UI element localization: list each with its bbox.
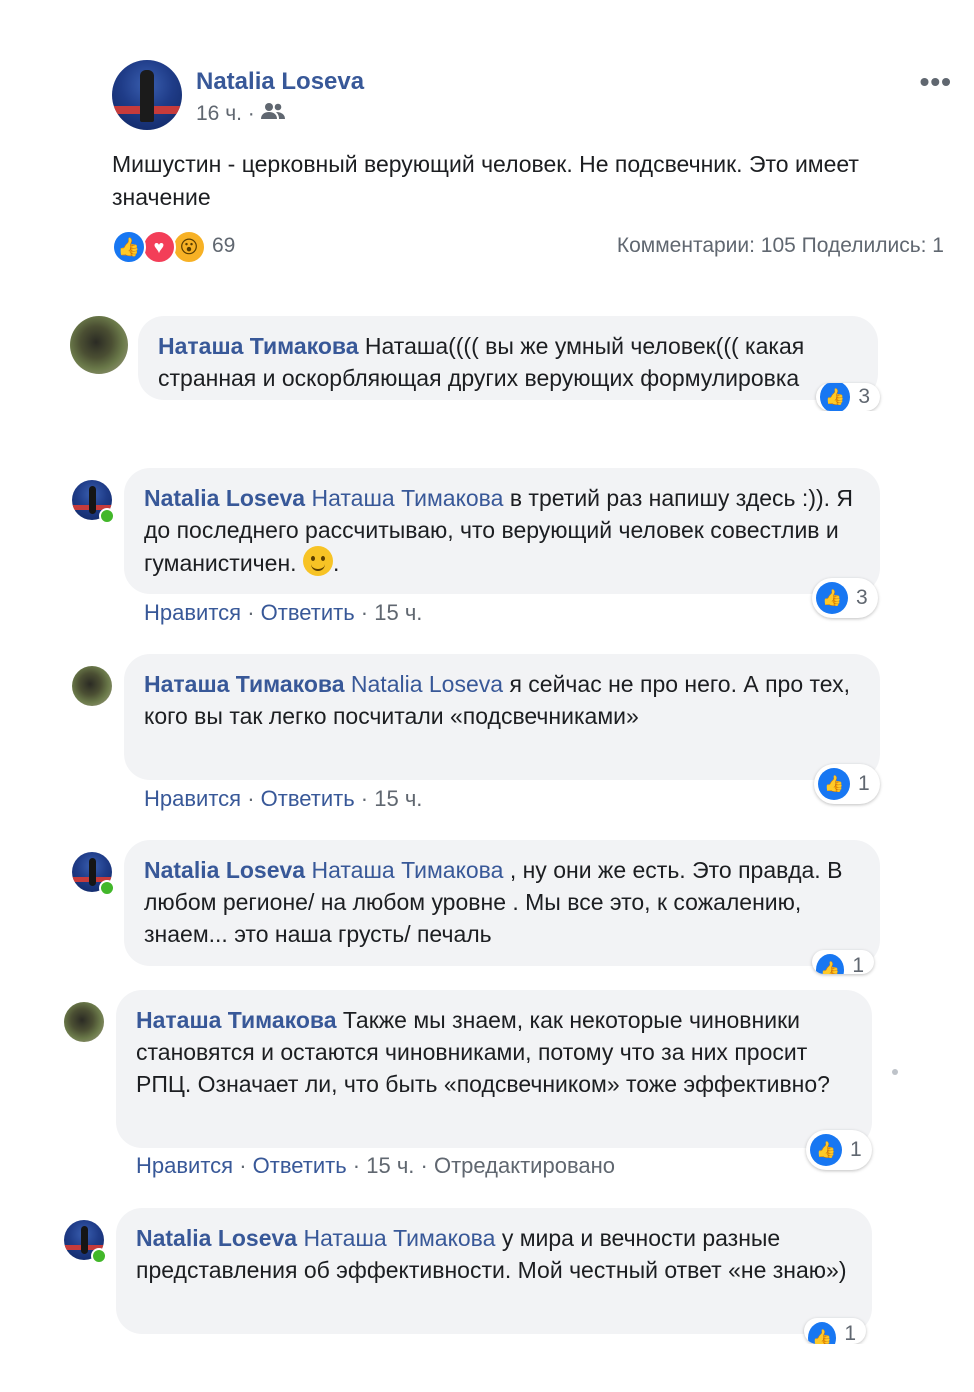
comment-like-count[interactable]: 👍 3 (812, 578, 878, 618)
author-avatar[interactable] (112, 60, 182, 130)
comment-author[interactable]: Natalia Loseva (144, 485, 305, 511)
comment-mention[interactable]: Наташа Тимакова (311, 857, 503, 883)
comment-time[interactable]: 15 ч. (366, 1153, 414, 1178)
post-text: Мишустин - церковный верующий человек. Н… (112, 151, 859, 210)
post-time[interactable]: 16 ч. · (196, 102, 255, 126)
comment-actions: Нравится · Ответить · 15 ч. (144, 600, 423, 625)
like-count: 1 (850, 1138, 862, 1161)
reaction-count[interactable]: 69 (212, 234, 235, 258)
commenter-avatar[interactable] (64, 1002, 104, 1042)
like-icon: 👍 (818, 768, 850, 800)
like-count: 3 (858, 385, 870, 408)
like-icon: 👍 (808, 1322, 837, 1344)
comment-bubble: Natalia Loseva Наташа Тимакова , ну они … (124, 840, 880, 966)
comment-bubble: Наташа Тимакова Natalia Loseva я сейчас … (124, 654, 880, 780)
comment-bubble: Natalia Loseva Наташа Тимакова у мира и … (116, 1208, 872, 1334)
comment-actions: Нравится · Ответить · 15 ч. (144, 786, 423, 811)
reply-button[interactable]: Ответить (261, 786, 355, 811)
cut-overlay (0, 1344, 974, 1392)
commenter-avatar[interactable] (72, 666, 112, 706)
comment-bubble: Наташа Тимакова Наташа(((( вы же умный ч… (138, 316, 878, 400)
comment-author[interactable]: Наташа Тимакова (158, 333, 359, 359)
like-button[interactable]: Нравится (144, 600, 241, 625)
comment-bubble: Natalia Loseva Наташа Тимакова в третий … (124, 468, 880, 594)
comment-author[interactable]: Natalia Loseva (136, 1225, 297, 1251)
like-icon: 👍 (820, 383, 851, 411)
reactions-row: 👍 ♥ 😮 69 Комментарии: 105 Поделились: 1 (112, 228, 944, 268)
wow-icon: 😮 (172, 230, 206, 264)
online-indicator (91, 1248, 107, 1264)
comment-time[interactable]: 15 ч. (374, 786, 422, 811)
reaction-icons[interactable]: 👍 ♥ 😮 (112, 230, 212, 264)
like-button[interactable]: Нравится (144, 786, 241, 811)
comment-mention[interactable]: Natalia Loseva (351, 671, 503, 697)
post-stats[interactable]: Комментарии: 105 Поделились: 1 (617, 234, 944, 258)
comment-time[interactable]: 15 ч. (374, 600, 422, 625)
comment-author[interactable]: Наташа Тимакова (144, 671, 345, 697)
like-count: 1 (852, 954, 864, 974)
comment-mention[interactable]: Наташа Тимакова (303, 1225, 495, 1251)
like-count: 1 (844, 1322, 856, 1344)
comment-bubble: Наташа Тимакова Также мы знаем, как неко… (116, 990, 872, 1148)
comment-actions: Нравится · Ответить · 15 ч. · Отредактир… (136, 1153, 616, 1178)
comment-like-count[interactable]: 👍 1 (814, 764, 880, 804)
smile-emoji-icon (302, 546, 333, 576)
comment-options-dot[interactable] (892, 1069, 898, 1075)
comment-like-count[interactable]: 👍 1 (804, 1318, 866, 1344)
reply-button[interactable]: Ответить (253, 1153, 347, 1178)
post-header: Natalia Loseva 16 ч. · ••• (112, 60, 952, 135)
like-button[interactable]: Нравится (136, 1153, 233, 1178)
like-icon: 👍 (816, 954, 845, 974)
like-icon: 👍 (816, 582, 848, 614)
post-meta: 16 ч. · (196, 102, 285, 126)
comment-text-end: . (332, 550, 340, 576)
more-options-icon[interactable]: ••• (920, 66, 952, 98)
reply-button[interactable]: Ответить (261, 600, 355, 625)
like-count: 3 (856, 586, 868, 609)
comment-like-count[interactable]: 👍 1 (812, 950, 874, 974)
online-indicator (99, 880, 115, 896)
comment-author[interactable]: Наташа Тимакова (136, 1007, 337, 1033)
edited-label[interactable]: Отредактировано (434, 1153, 615, 1178)
like-icon: 👍 (810, 1134, 842, 1166)
like-icon: 👍 (112, 230, 146, 264)
commenter-avatar[interactable] (70, 316, 128, 374)
like-count: 1 (858, 772, 870, 795)
love-icon: ♥ (142, 230, 176, 264)
comment-like-count[interactable]: 👍 1 (806, 1130, 872, 1170)
comment-mention[interactable]: Наташа Тимакова (311, 485, 503, 511)
post-author-name[interactable]: Natalia Loseva (196, 68, 364, 96)
cut-overlay (0, 411, 974, 441)
friends-icon (260, 102, 285, 126)
comment-author[interactable]: Natalia Loseva (144, 857, 305, 883)
online-indicator (99, 508, 115, 524)
comment-like-count[interactable]: 👍 3 (816, 383, 880, 411)
